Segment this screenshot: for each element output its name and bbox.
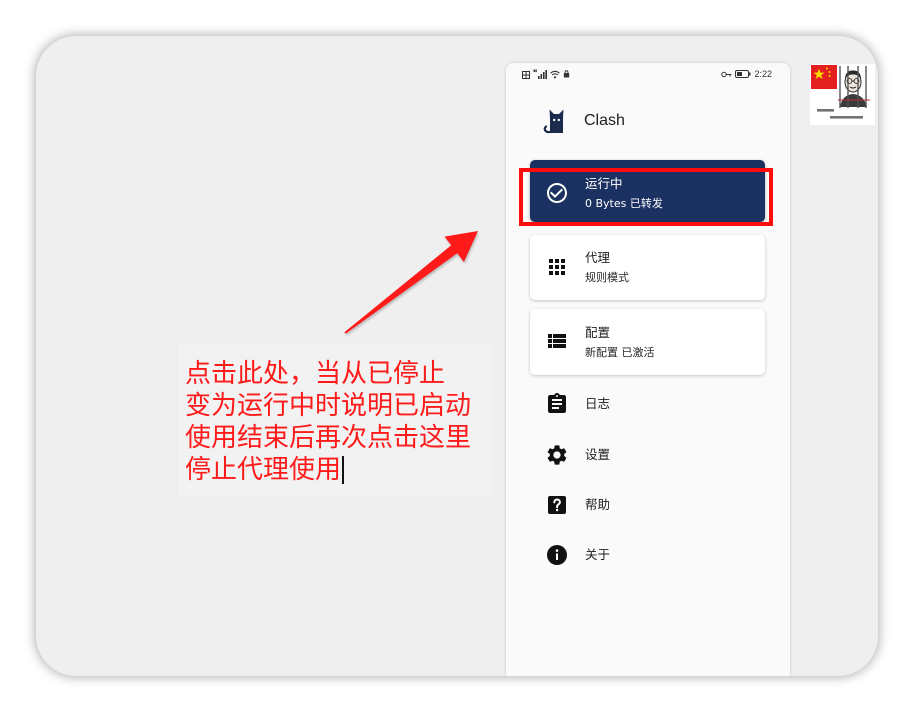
status-bar-right: 2:22 [721,68,772,80]
menu-item-about[interactable]: 关于 [530,535,765,575]
help-icon [548,496,566,514]
highlight-box [519,168,773,226]
profile-status: 新配置 已激活 [585,346,655,359]
apps-grid-icon [549,259,565,275]
annotation-text: 点击此处，当从已停止 变为运行中时说明已启动 使用结束后再次点击这里 停止代理使… [185,358,471,486]
text-cursor [342,456,345,484]
proxy-mode: 规则模式 [585,271,629,284]
menu-item-label: 关于 [585,547,611,562]
annotation-line: 停止代理使用 [185,454,471,486]
annotation-line-text: 停止代理使用 [185,455,342,485]
key-icon [721,71,732,77]
battery-icon [735,70,751,78]
wifi-icon [550,70,560,78]
proxy-card[interactable]: 代理 规则模式 [530,235,765,300]
avatar-sticker-image [810,64,875,125]
cat-logo-icon [543,109,564,134]
view-list-icon [548,334,566,348]
gear-icon [547,445,567,465]
annotation-line: 变为运行中时说明已启动 [185,391,472,421]
menu-item-logs[interactable]: 日志 [530,384,765,424]
proxy-title: 代理 [585,250,611,265]
screenshot-frame: 点击此处，当从已停止 变为运行中时说明已启动 使用结束后再次点击这里 停止代理使… [36,36,878,676]
status-bar: 2:22 [506,68,790,80]
menu-item-label: 日志 [585,396,611,411]
menu-item-help[interactable]: 帮助 [530,485,765,525]
profile-title: 配置 [585,325,611,340]
annotation-line: 使用结束后再次点击这里 [185,423,472,453]
info-icon [547,545,567,565]
hd-icon [522,70,530,79]
profile-card[interactable]: 配置 新配置 已激活 [530,309,765,375]
status-time: 2:22 [754,69,772,79]
notification-icon [563,70,570,78]
app-title: Clash [584,112,625,129]
signal-icon [533,69,547,79]
annotation-line: 点击此处，当从已停止 [185,359,446,389]
clipboard-icon [548,393,566,413]
menu-item-settings[interactable]: 设置 [530,435,765,475]
phone-screen: 2:22 Clash 运行中 0 Bytes 已转发 代理 规则模式 配置 新配… [506,63,790,676]
status-bar-left [522,68,570,80]
menu-item-label: 帮助 [585,497,611,512]
menu-item-label: 设置 [585,447,611,462]
